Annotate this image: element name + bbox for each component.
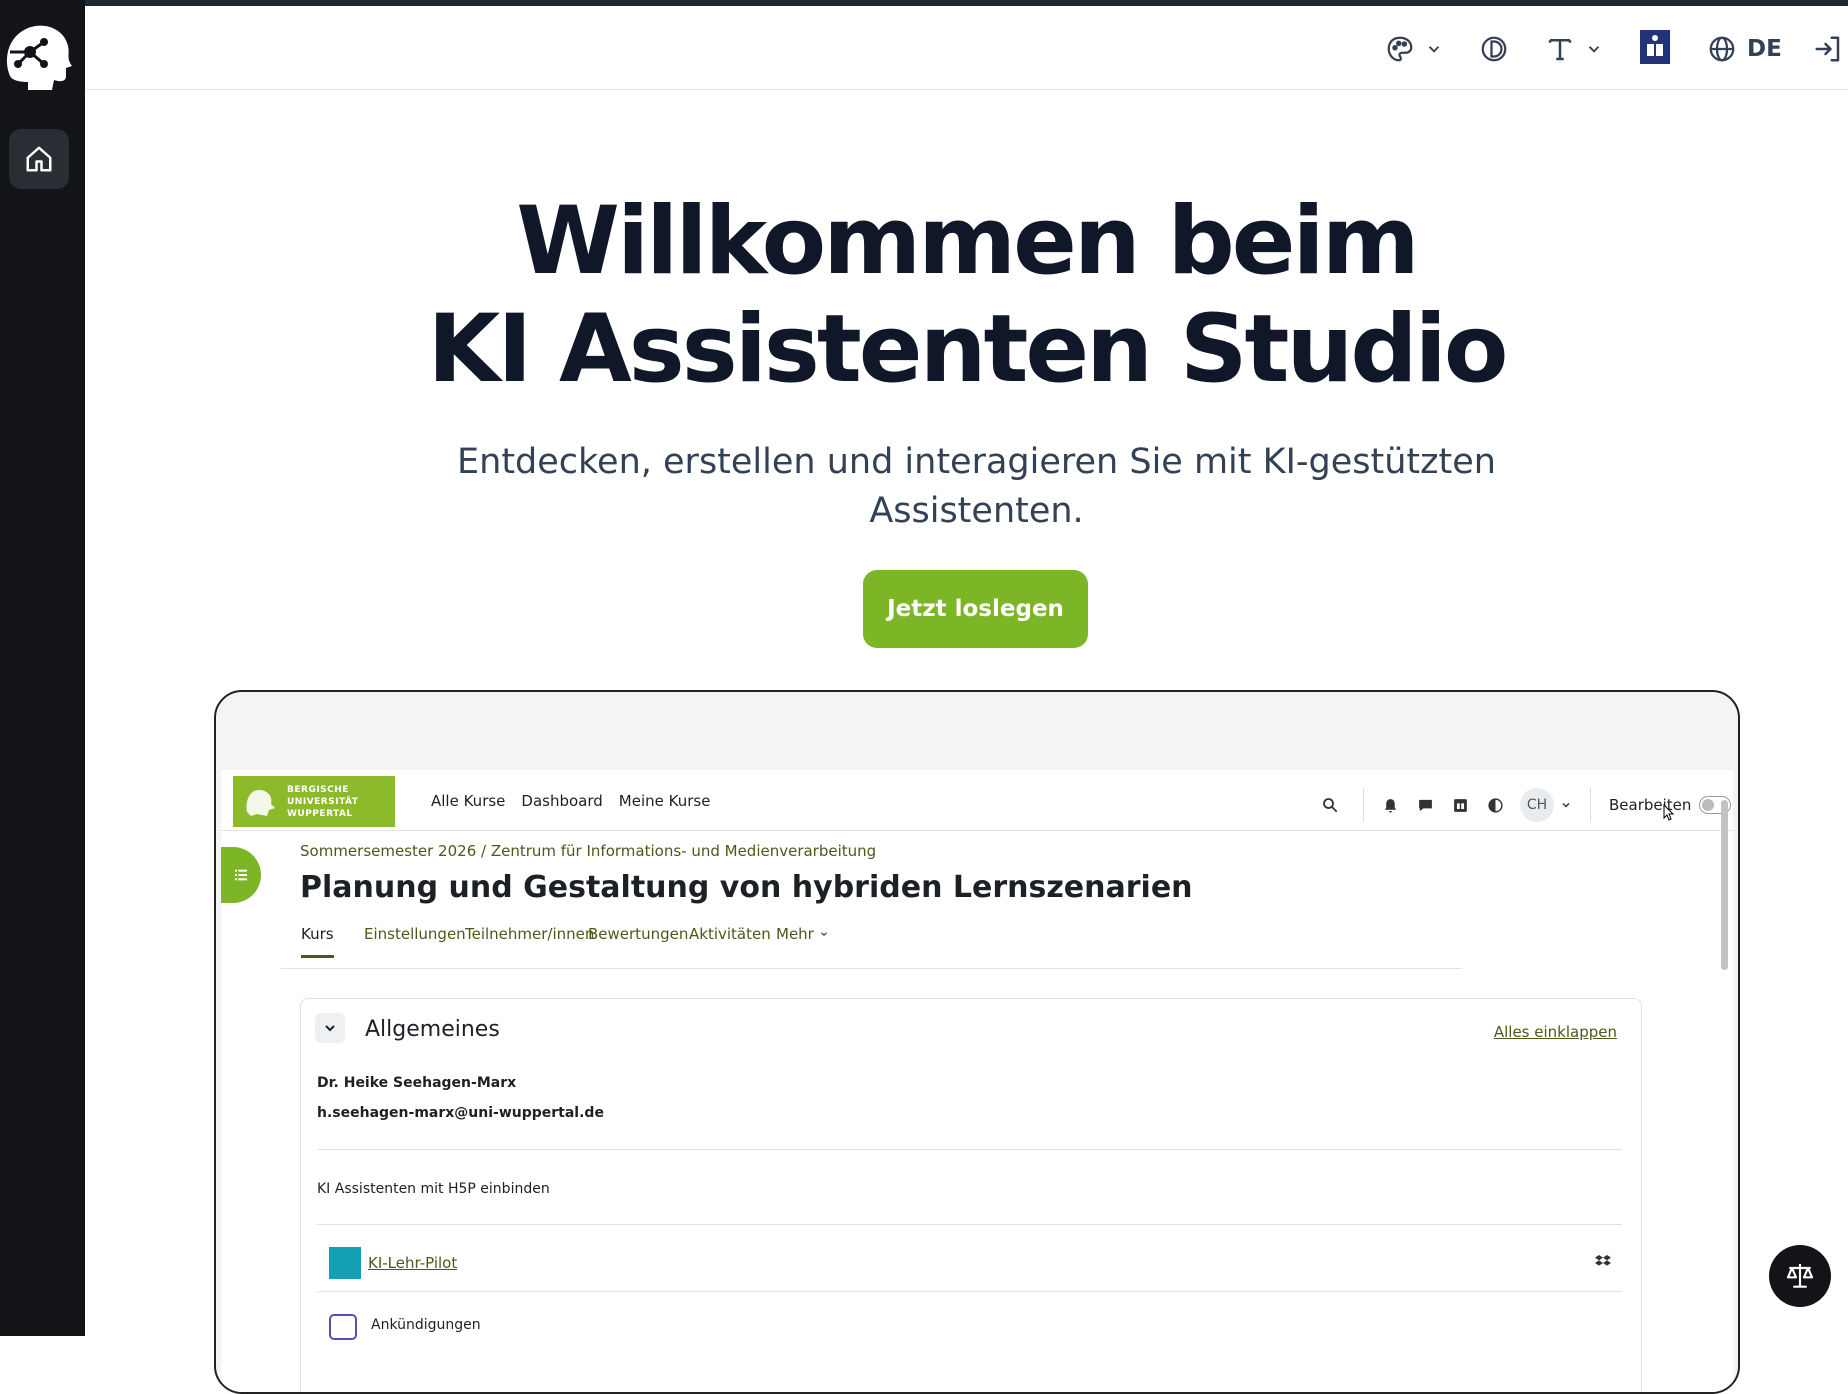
divider: [1590, 788, 1591, 822]
divider: [1363, 788, 1364, 822]
avatar[interactable]: CH: [1520, 788, 1554, 822]
divider: [317, 1291, 1622, 1292]
tab-course[interactable]: Kurs: [301, 925, 334, 958]
hero-title-line-1: Willkommen beim: [516, 187, 1419, 296]
course-index-button[interactable]: [221, 847, 261, 903]
contrast-icon: [1481, 36, 1507, 62]
home-button[interactable]: [9, 129, 69, 189]
divider: [317, 1224, 1622, 1225]
home-icon: [26, 146, 52, 172]
scales-icon: [1786, 1264, 1814, 1288]
forum-icon: [329, 1314, 357, 1340]
scrollbar[interactable]: [1721, 800, 1728, 970]
search-icon[interactable]: [1321, 796, 1339, 814]
university-logo[interactable]: BERGISCHE UNIVERSITÄT WUPPERTAL: [233, 776, 395, 827]
preview-device-frame: BERGISCHE UNIVERSITÄT WUPPERTAL Alle Kur…: [214, 690, 1740, 1394]
section-title: Allgemeines: [365, 1017, 500, 1042]
page-title: Planung und Gestaltung von hybriden Lern…: [300, 870, 1193, 905]
preview-main-nav: Alle Kurse Dashboard Meine Kurse: [431, 792, 710, 810]
bell-icon[interactable]: [1382, 797, 1399, 814]
chevron-down-icon: [325, 1025, 335, 1032]
globe-icon: [1709, 36, 1735, 62]
hero-subtitle: Entdecken, erstellen und interagieren Si…: [457, 442, 1496, 531]
login-button[interactable]: [1813, 34, 1843, 64]
reader-button[interactable]: [1640, 30, 1670, 64]
contrast-icon[interactable]: [1487, 797, 1504, 814]
list-icon: [235, 869, 247, 881]
font-size-menu-button[interactable]: [1545, 34, 1603, 64]
sidebar-rail: [0, 0, 85, 1336]
mouse-cursor-icon: [1663, 804, 1675, 821]
chevron-down-icon[interactable]: [1560, 799, 1572, 811]
nav-my-courses[interactable]: Meine Kurse: [619, 792, 711, 810]
next-activity-label[interactable]: Ankündigungen: [371, 1317, 481, 1333]
get-started-button[interactable]: Jetzt loslegen: [863, 570, 1088, 648]
text-size-icon: [1548, 39, 1572, 61]
tab-more[interactable]: Mehr: [776, 925, 829, 955]
legal-info-button[interactable]: [1769, 1245, 1831, 1307]
university-name: BERGISCHE UNIVERSITÄT WUPPERTAL: [287, 784, 359, 819]
hero-title: Willkommen beim KI Assistenten Studio: [85, 188, 1848, 404]
dropbox-icon[interactable]: [1595, 1253, 1611, 1269]
lion-crest-icon: [246, 789, 275, 816]
chevron-down-icon: [1588, 46, 1600, 53]
activity-link[interactable]: KI-Lehr-Pilot: [368, 1254, 457, 1272]
breadcrumb[interactable]: Sommersemester 2026 / Zentrum für Inform…: [300, 842, 876, 860]
chevron-down-icon: [820, 932, 827, 937]
login-icon: [1815, 36, 1840, 62]
chat-icon[interactable]: [1417, 797, 1434, 814]
collapse-section-button[interactable]: [315, 1013, 345, 1043]
preview-navbar: BERGISCHE UNIVERSITÄT WUPPERTAL Alle Kur…: [221, 770, 1733, 831]
language-menu-button[interactable]: DE: [1707, 34, 1782, 64]
contrast-button[interactable]: [1479, 34, 1509, 64]
palette-icon: [1387, 36, 1413, 62]
contact-email: h.seehagen-marx@uni-wuppertal.de: [317, 1105, 604, 1121]
divider: [317, 1149, 1622, 1150]
tab-settings[interactable]: Einstellungen: [364, 925, 466, 955]
tab-participants[interactable]: Teilnehmer/innen: [465, 925, 594, 955]
theme-menu-button[interactable]: [1385, 34, 1443, 64]
collapse-all-link[interactable]: Alles einklappen: [1494, 1023, 1617, 1041]
tab-grades[interactable]: Bewertungen: [588, 925, 688, 955]
tab-activities[interactable]: Aktivitäten: [689, 925, 771, 955]
section-note: KI Assistenten mit H5P einbinden: [317, 1181, 550, 1197]
nav-all-courses[interactable]: Alle Kurse: [431, 792, 505, 810]
reader-icon[interactable]: [1452, 797, 1469, 814]
preview-screen: BERGISCHE UNIVERSITÄT WUPPERTAL Alle Kur…: [221, 770, 1733, 1392]
nav-dashboard[interactable]: Dashboard: [521, 792, 602, 810]
top-header: DE: [85, 6, 1848, 90]
course-tabs: Kurs Einstellungen Teilnehmer/innen Bewe…: [281, 925, 1461, 969]
section-general: Allgemeines Alles einklappen Dr. Heike S…: [300, 998, 1642, 1392]
h5p-activity-icon: [329, 1247, 361, 1279]
hero-title-line-2: KI Assistenten Studio: [427, 295, 1509, 404]
edit-mode-label: Bearbeiten: [1609, 796, 1692, 814]
chevron-down-icon: [1428, 46, 1440, 53]
reader-icon: [1640, 30, 1670, 64]
language-code: DE: [1747, 36, 1782, 62]
contact-name: Dr. Heike Seehagen-Marx: [317, 1075, 517, 1091]
brain-head-icon[interactable]: [0, 18, 76, 94]
